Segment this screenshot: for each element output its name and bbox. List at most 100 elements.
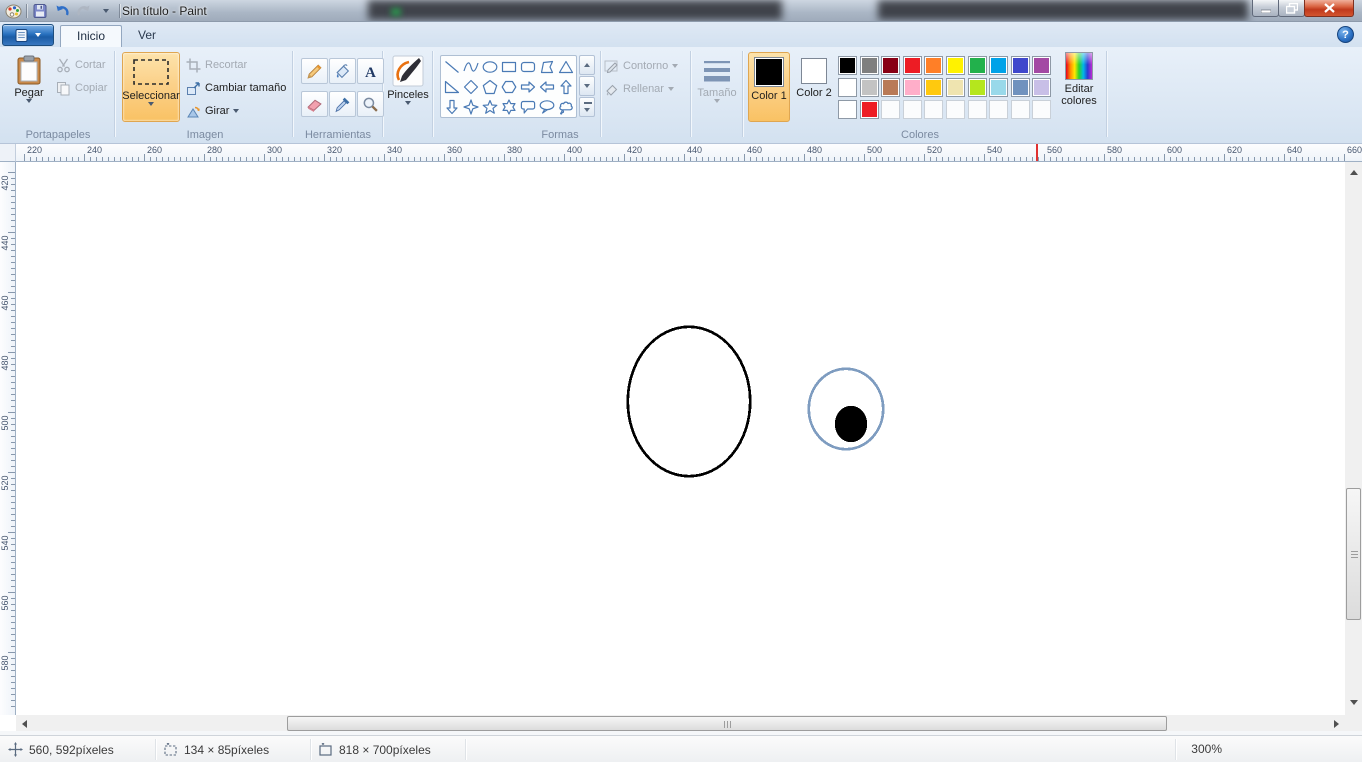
palette-empty-slot[interactable] [989, 100, 1009, 119]
palette-swatch[interactable] [1032, 78, 1052, 97]
palette-swatch[interactable] [859, 100, 879, 119]
palette-swatch[interactable] [1010, 56, 1030, 75]
edit-colors-button[interactable]: Editar colores [1056, 52, 1102, 126]
magnifier-tool-icon[interactable] [357, 91, 384, 117]
rotate-button[interactable]: Girar [186, 101, 240, 121]
pencil-tool-icon[interactable] [301, 58, 328, 84]
outline-button[interactable]: Contorno [604, 56, 679, 76]
palette-empty-slot[interactable] [1010, 100, 1030, 119]
palette-swatch[interactable] [838, 56, 857, 75]
horizontal-scrollbar-thumb[interactable] [287, 716, 1167, 731]
drawing-canvas[interactable] [16, 162, 1345, 715]
minimize-button[interactable] [1252, 0, 1279, 17]
palette-swatch[interactable] [967, 78, 987, 97]
palette-swatch[interactable] [902, 78, 922, 97]
shape-callout-oval-icon[interactable] [538, 97, 556, 117]
palette-empty-slot[interactable] [902, 100, 922, 119]
color-picker-tool-icon[interactable] [329, 91, 356, 117]
restore-button[interactable] [1278, 0, 1305, 17]
palette-empty-slot[interactable] [1032, 100, 1052, 119]
palette-empty-slot[interactable] [881, 100, 901, 119]
shape-curve-icon[interactable] [462, 57, 480, 77]
shape-pentagon-icon[interactable] [481, 77, 499, 97]
crop-button[interactable]: Recortar [186, 55, 247, 75]
shape-arrow-down-icon[interactable] [443, 97, 461, 117]
vertical-scrollbar-thumb[interactable] [1346, 488, 1361, 620]
palette-empty-slot[interactable] [924, 100, 944, 119]
palette-swatch[interactable] [989, 56, 1009, 75]
redo-button-disabled[interactable] [75, 3, 93, 20]
undo-button[interactable] [53, 3, 71, 20]
shape-diamond-icon[interactable] [462, 77, 480, 97]
shape-arrow-right-icon[interactable] [519, 77, 537, 97]
palette-swatch[interactable] [924, 56, 944, 75]
shapes-scroll-up-icon[interactable] [579, 55, 595, 75]
shape-callout-cloud-icon[interactable] [557, 97, 575, 117]
shape-hexagon-icon[interactable] [500, 77, 518, 97]
tab-view[interactable]: Ver [122, 25, 172, 47]
palette-swatch[interactable] [924, 78, 944, 97]
scroll-down-icon[interactable] [1345, 694, 1362, 711]
paste-button[interactable]: Pegar [6, 52, 52, 122]
cut-button[interactable]: Cortar [56, 55, 106, 75]
shape-arrow-up-icon[interactable] [557, 77, 575, 97]
palette-empty-slot[interactable] [967, 100, 987, 119]
color2-button[interactable]: Color 2 [794, 52, 834, 122]
shapes-scroll-down-icon[interactable] [579, 76, 595, 96]
fill-bucket-tool-icon[interactable] [329, 58, 356, 84]
qat-customize-dropdown[interactable] [97, 3, 115, 20]
close-button[interactable] [1304, 0, 1354, 17]
eraser-tool-icon[interactable] [301, 91, 328, 117]
shape-ellipse-icon[interactable] [481, 57, 499, 77]
scroll-right-icon[interactable] [1328, 715, 1345, 732]
shape-line-icon[interactable] [443, 57, 461, 77]
palette-swatch[interactable] [989, 78, 1009, 97]
palette-swatch[interactable] [946, 78, 965, 97]
ruler-tick [1038, 157, 1039, 161]
palette-empty-slot[interactable] [946, 100, 965, 119]
resize-button[interactable]: Cambiar tamaño [186, 78, 286, 98]
copy-button[interactable]: Copiar [56, 78, 107, 98]
save-button[interactable] [31, 3, 49, 20]
palette-swatch[interactable] [881, 78, 901, 97]
shapes-more-icon[interactable] [579, 97, 595, 117]
size-button[interactable]: Tamaño [694, 52, 740, 122]
ruler-label: 480 [0, 355, 10, 371]
palette-swatch[interactable] [838, 100, 857, 119]
tab-home[interactable]: Inicio [60, 25, 123, 47]
brushes-button[interactable]: Pinceles [386, 52, 430, 122]
palette-swatch[interactable] [967, 56, 987, 75]
shape-triangle-icon[interactable] [557, 57, 575, 77]
fill-button[interactable]: Rellenar [604, 79, 674, 99]
ruler-tick [1302, 157, 1303, 161]
scroll-up-icon[interactable] [1345, 164, 1362, 181]
shape-rounded-rectangle-icon[interactable] [519, 57, 537, 77]
palette-swatch[interactable] [902, 56, 922, 75]
help-icon[interactable]: ? [1337, 26, 1354, 43]
scroll-left-icon[interactable] [16, 715, 33, 732]
shape-right-triangle-icon[interactable] [443, 77, 461, 97]
color1-button[interactable]: Color 1 [748, 52, 790, 122]
palette-swatch[interactable] [838, 78, 857, 97]
shape-rectangle-icon[interactable] [500, 57, 518, 77]
palette-swatch[interactable] [1032, 56, 1052, 75]
paint-app-icon[interactable] [4, 3, 22, 20]
palette-swatch[interactable] [859, 78, 879, 97]
shape-star-4-icon[interactable] [462, 97, 480, 117]
select-button[interactable]: Seleccionar [122, 52, 180, 122]
ruler-tick [11, 622, 15, 623]
ruler-tick [11, 466, 15, 467]
palette-swatch[interactable] [859, 56, 879, 75]
shape-polygon-icon[interactable] [538, 57, 556, 77]
outline-label: Contorno [623, 60, 669, 72]
shape-arrow-left-icon[interactable] [538, 77, 556, 97]
palette-swatch[interactable] [946, 56, 965, 75]
shape-star-6-icon[interactable] [500, 97, 518, 117]
palette-swatch[interactable] [881, 56, 901, 75]
application-menu-button[interactable] [2, 24, 54, 46]
shape-callout-rounded-icon[interactable] [519, 97, 537, 117]
palette-swatch[interactable] [1010, 78, 1030, 97]
vertical-scrollbar[interactable] [1345, 162, 1362, 715]
shape-star-5-icon[interactable] [481, 97, 499, 117]
text-tool-icon[interactable]: A [357, 58, 384, 84]
